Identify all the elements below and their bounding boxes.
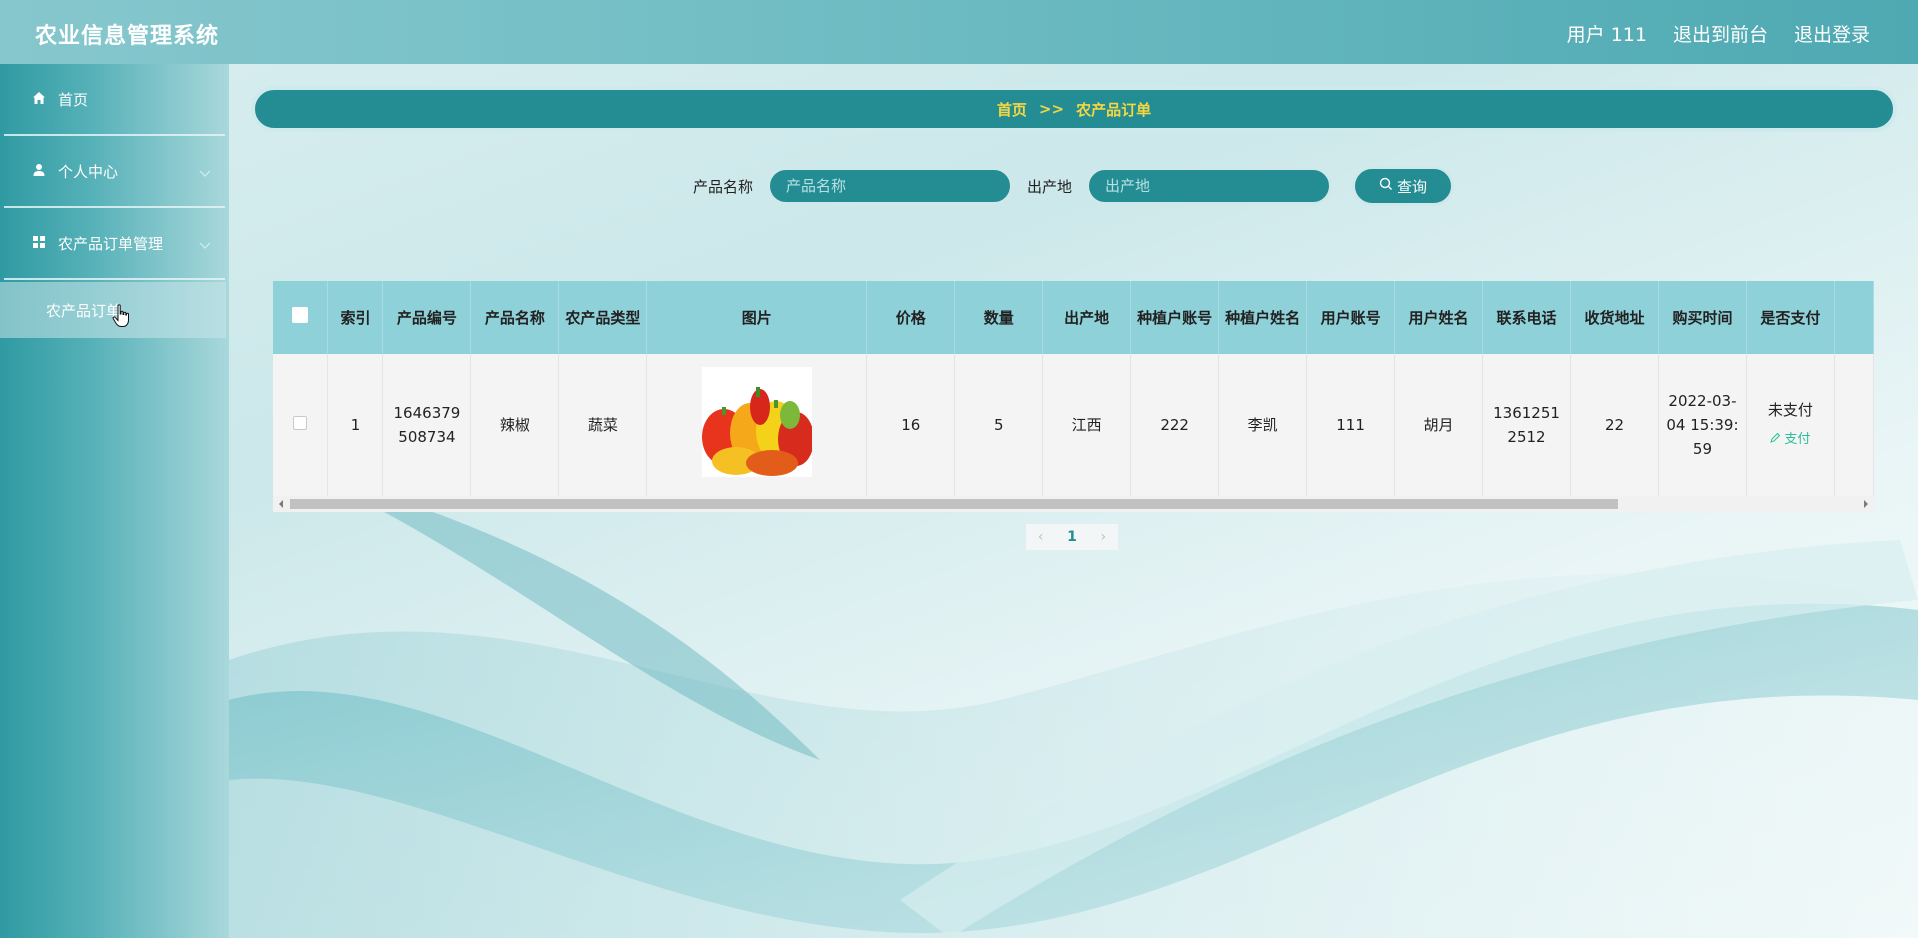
- hand-cursor-icon: [112, 304, 130, 332]
- cell-extra: [1834, 354, 1874, 496]
- scroll-left-icon[interactable]: [279, 500, 283, 508]
- paid-status-text: 未支付: [1767, 401, 1813, 419]
- prev-page-icon[interactable]: ‹: [1038, 529, 1044, 545]
- edit-icon: [1770, 428, 1781, 452]
- column-header: 数量: [954, 281, 1044, 354]
- column-header: 价格: [866, 281, 956, 354]
- breadcrumb: 首页 >> 农产品订单: [251, 86, 1897, 132]
- sidebar-item-label: 首页: [58, 90, 89, 109]
- search-icon: [1379, 177, 1393, 195]
- search-bar: 产品名称 出产地 查询: [0, 166, 1918, 206]
- row-select-cell: [273, 354, 329, 496]
- breadcrumb-separator: >>: [1038, 100, 1065, 118]
- column-header: 产品名称: [470, 281, 560, 354]
- sidebar-item-order-management[interactable]: 农产品订单管理: [0, 208, 229, 278]
- column-header: 收货地址: [1570, 281, 1659, 354]
- column-header: 出产地: [1042, 281, 1132, 354]
- breadcrumb-home[interactable]: 首页: [997, 99, 1027, 120]
- table-header-row: 索引 产品编号 产品名称 农产品类型 图片 价格 数量 出产地 种植户账号 种植…: [273, 281, 1874, 354]
- column-header: [1834, 281, 1874, 354]
- exit-to-front-link[interactable]: 退出到前台: [1673, 20, 1768, 47]
- column-header: 索引: [327, 281, 384, 354]
- cell-address: 22: [1570, 354, 1659, 496]
- scroll-right-icon[interactable]: [1864, 500, 1868, 508]
- page-number[interactable]: 1: [1067, 529, 1077, 545]
- origin-label: 出产地: [1027, 177, 1073, 196]
- cell-quantity: 5: [954, 354, 1044, 496]
- cell-grower-account: 222: [1130, 354, 1220, 496]
- cell-paid-status: 未支付 支付: [1746, 354, 1835, 496]
- cell-product-name: 辣椒: [470, 354, 560, 496]
- pagination: ‹ 1 ›: [1026, 524, 1118, 550]
- cell-purchase-time: 2022-03-04 15:39:59: [1658, 354, 1747, 496]
- query-button-label: 查询: [1397, 177, 1428, 196]
- column-header: 用户账号: [1306, 281, 1396, 354]
- cell-origin: 江西: [1042, 354, 1132, 496]
- app-title: 农业信息管理系统: [35, 24, 220, 49]
- sidebar-item-label: 农产品订单管理: [58, 234, 164, 253]
- logout-link[interactable]: 退出登录: [1794, 20, 1870, 47]
- pay-button[interactable]: 支付: [1770, 428, 1810, 452]
- cell-image: [646, 354, 868, 496]
- pay-button-label: 支付: [1784, 432, 1811, 447]
- cell-phone: 13612512512: [1482, 354, 1571, 496]
- column-header: 图片: [646, 281, 868, 354]
- home-icon: [32, 91, 48, 107]
- grid-icon: [32, 235, 48, 251]
- column-header: 农产品类型: [558, 281, 648, 354]
- sidebar-item-home[interactable]: 首页: [0, 64, 229, 134]
- chevron-down-icon: [199, 236, 211, 254]
- cell-price: 16: [866, 354, 956, 496]
- column-header: 种植户姓名: [1218, 281, 1308, 354]
- column-header: 联系电话: [1482, 281, 1571, 354]
- select-all-checkbox[interactable]: [292, 306, 309, 323]
- next-page-icon[interactable]: ›: [1101, 529, 1107, 545]
- query-button[interactable]: 查询: [1352, 166, 1455, 206]
- column-header: 种植户账号: [1130, 281, 1220, 354]
- origin-input[interactable]: [1086, 167, 1333, 205]
- product-name-input[interactable]: [767, 167, 1013, 205]
- current-user-link[interactable]: 用户 111: [1567, 20, 1647, 47]
- row-checkbox[interactable]: [293, 416, 308, 430]
- select-all-cell: [273, 281, 329, 354]
- column-header: 购买时间: [1658, 281, 1747, 354]
- cell-category: 蔬菜: [558, 354, 648, 496]
- column-header: 产品编号: [382, 281, 472, 354]
- table-row: 1 1646379508734 辣椒 蔬菜 16 5 江西 222 李凯 111…: [273, 354, 1874, 496]
- scroll-thumb[interactable]: [290, 499, 1618, 509]
- top-links: 用户 111 退出到前台 退出登录: [1567, 20, 1870, 47]
- cell-index: 1: [327, 354, 384, 496]
- cell-product-no: 1646379508734: [382, 354, 472, 496]
- breadcrumb-current: 农产品订单: [1076, 100, 1152, 119]
- orders-table: 索引 产品编号 产品名称 农产品类型 图片 价格 数量 出产地 种植户账号 种植…: [273, 281, 1874, 512]
- column-header: 是否支付: [1746, 281, 1835, 354]
- cell-user-name: 胡月: [1394, 354, 1484, 496]
- cell-grower-name: 李凯: [1218, 354, 1308, 496]
- product-name-label: 产品名称: [692, 177, 753, 196]
- top-bar: 农业信息管理系统 用户 111 退出到前台 退出登录: [0, 0, 1918, 64]
- product-image: [701, 366, 814, 477]
- horizontal-scrollbar[interactable]: [273, 496, 1874, 512]
- column-header: 用户姓名: [1394, 281, 1484, 354]
- divider: [4, 278, 225, 280]
- cell-user-account: 111: [1306, 354, 1396, 496]
